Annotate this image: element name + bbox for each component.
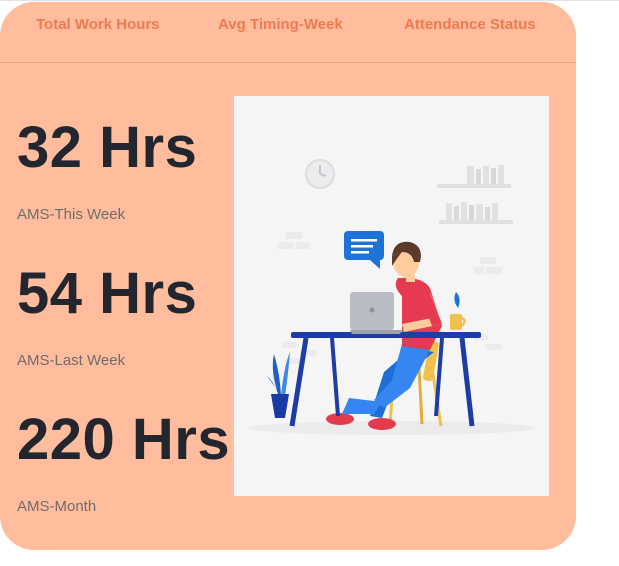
month-hours-label: AMS-Month bbox=[17, 498, 97, 515]
tab-avg-timing-week[interactable]: Avg Timing-Week bbox=[218, 16, 343, 33]
last-week-hours-value: 54 Hrs bbox=[17, 261, 198, 326]
person-working-at-laptop-illustration bbox=[234, 96, 549, 496]
top-divider bbox=[0, 0, 619, 1]
this-week-hours-value: 32 Hrs bbox=[17, 115, 198, 180]
tab-total-work-hours[interactable]: Total Work Hours bbox=[36, 16, 160, 33]
bookshelf-icon bbox=[437, 165, 513, 224]
this-week-hours-label: AMS-This Week bbox=[17, 206, 126, 223]
chat-bubble-icon bbox=[344, 231, 384, 269]
month-hours-value: 220 Hrs bbox=[17, 407, 231, 472]
last-week-hours-label: AMS-Last Week bbox=[17, 352, 126, 369]
tab-bar: Total Work Hours Avg Timing-Week Attenda… bbox=[0, 2, 576, 63]
wall-clock-icon bbox=[305, 159, 335, 189]
tab-attendance-status[interactable]: Attendance Status bbox=[404, 16, 536, 33]
work-hours-card: Total Work Hours Avg Timing-Week Attenda… bbox=[0, 2, 576, 550]
laptop-icon bbox=[350, 292, 402, 334]
coffee-mug-icon bbox=[450, 292, 466, 330]
